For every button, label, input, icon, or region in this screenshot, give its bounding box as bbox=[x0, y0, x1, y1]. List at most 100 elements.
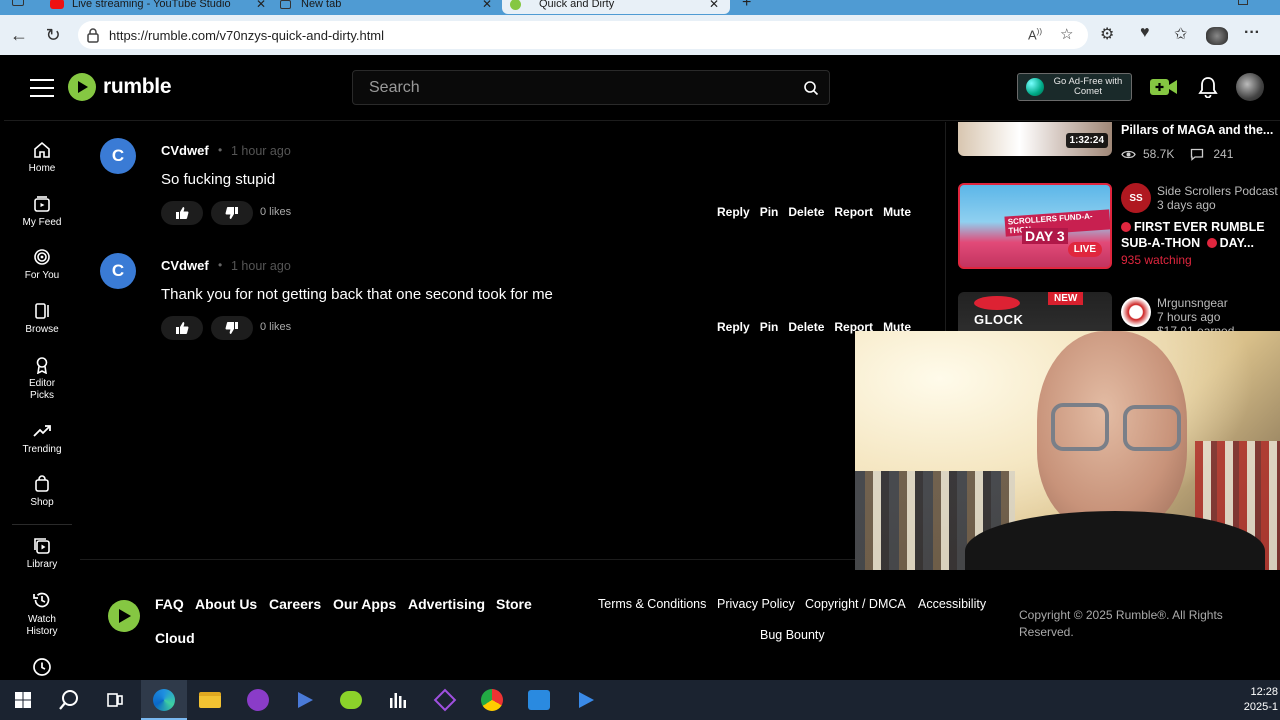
read-aloud-icon[interactable]: A)) bbox=[1028, 27, 1042, 42]
favorites-icon[interactable]: ✩ bbox=[1174, 24, 1187, 44]
address-bar[interactable]: https://rumble.com/v70nzys-quick-and-dir… bbox=[78, 21, 1088, 49]
commenter-avatar[interactable]: C bbox=[100, 253, 136, 289]
url-text[interactable]: https://rumble.com/v70nzys-quick-and-dir… bbox=[109, 28, 384, 43]
profile-icon[interactable] bbox=[1206, 27, 1228, 45]
refresh-icon[interactable]: ↻ bbox=[42, 24, 64, 46]
extensions-icon[interactable]: ⚙ bbox=[1100, 24, 1114, 44]
footer-link-dmca[interactable]: Copyright / DMCA bbox=[805, 597, 906, 611]
footer-link-about-us[interactable]: About Us bbox=[195, 596, 257, 612]
footer-link-faq[interactable]: FAQ bbox=[155, 596, 184, 612]
footer-link-store[interactable]: Store bbox=[496, 596, 532, 612]
nav-for-you[interactable]: For You bbox=[4, 248, 80, 282]
award-icon bbox=[36, 357, 48, 374]
delete-button[interactable]: Delete bbox=[788, 320, 824, 334]
comment-username[interactable]: CVdwef bbox=[161, 258, 209, 273]
favorite-star-icon[interactable]: ☆ bbox=[1060, 25, 1073, 43]
nav-watch-history[interactable]: Watch History bbox=[4, 590, 80, 638]
go-ad-free-button[interactable]: Go Ad-Free with Comet bbox=[1017, 73, 1132, 101]
footer-link-advertising[interactable]: Advertising bbox=[408, 596, 485, 612]
nav-browse[interactable]: Browse bbox=[4, 302, 80, 336]
comment-actions: Reply Pin Delete Report Mute bbox=[717, 205, 921, 219]
footer-link-careers[interactable]: Careers bbox=[269, 596, 321, 612]
mute-button[interactable]: Mute bbox=[883, 205, 911, 219]
nav-home[interactable]: Home bbox=[4, 141, 80, 175]
video-editor-icon[interactable] bbox=[526, 688, 552, 712]
channel-avatar[interactable] bbox=[1121, 297, 1151, 327]
search-icon[interactable] bbox=[803, 80, 819, 96]
nav-my-feed[interactable]: My Feed bbox=[4, 195, 80, 229]
nav-label: Library bbox=[26, 559, 58, 570]
nav-trending[interactable]: Trending bbox=[4, 422, 80, 456]
reply-button[interactable]: Reply bbox=[717, 320, 750, 334]
footer-link-our-apps[interactable]: Our Apps bbox=[333, 596, 396, 612]
tab-quick-and-dirty[interactable]: Quick and Dirty ✕ bbox=[502, 0, 730, 14]
new-badge: NEW bbox=[1048, 292, 1084, 305]
footer-rumble-logo-icon[interactable] bbox=[107, 599, 141, 633]
chrome-icon[interactable] bbox=[479, 688, 505, 712]
browser-essentials-icon[interactable]: ♥ bbox=[1140, 24, 1150, 42]
windows-start-icon[interactable] bbox=[10, 688, 36, 712]
close-icon[interactable]: ✕ bbox=[256, 0, 266, 11]
notifications-bell-icon[interactable] bbox=[1198, 76, 1218, 98]
new-tab-icon[interactable]: + bbox=[742, 0, 751, 12]
task-view-icon[interactable] bbox=[102, 688, 128, 712]
nav-shop[interactable]: Shop bbox=[4, 475, 80, 509]
hamburger-menu-icon[interactable] bbox=[30, 79, 54, 97]
webcam-overlay bbox=[855, 331, 1280, 570]
window-icon[interactable] bbox=[12, 0, 24, 6]
nav-watch-later[interactable] bbox=[4, 657, 80, 680]
cloud-app-icon[interactable] bbox=[338, 688, 364, 712]
tab-title: Quick and Dirty bbox=[539, 0, 615, 10]
comment-time: 1 hour ago bbox=[231, 259, 291, 273]
video-thumbnail[interactable]: 1:32:24 bbox=[958, 122, 1112, 156]
search-input[interactable] bbox=[353, 71, 783, 104]
user-avatar[interactable] bbox=[1236, 73, 1264, 101]
video-thumbnail[interactable]: SCROLLERS FUND-A-THON DAY 3 LIVE bbox=[958, 183, 1112, 269]
like-button[interactable] bbox=[161, 201, 203, 225]
upload-video-icon[interactable] bbox=[1150, 77, 1178, 97]
channel-name[interactable]: Mrgunsngear bbox=[1157, 296, 1228, 310]
nav-library[interactable]: Library bbox=[4, 537, 80, 571]
purple-app-icon[interactable] bbox=[432, 688, 458, 712]
reply-button[interactable]: Reply bbox=[717, 205, 750, 219]
footer-link-terms[interactable]: Terms & Conditions bbox=[598, 597, 706, 611]
edge-taskbar-button[interactable] bbox=[141, 680, 187, 720]
tab-new-tab[interactable]: New tab ✕ bbox=[276, 0, 498, 14]
channel-avatar[interactable]: SS bbox=[1121, 183, 1151, 213]
close-icon[interactable]: ✕ bbox=[482, 0, 492, 11]
pin-button[interactable]: Pin bbox=[760, 320, 779, 334]
footer-link-accessibility[interactable]: Accessibility bbox=[918, 597, 986, 611]
audio-app-icon[interactable] bbox=[385, 688, 411, 712]
nav-editor-picks[interactable]: Editor Picks bbox=[4, 356, 80, 402]
rumble-tab-icon bbox=[510, 0, 521, 10]
video-duration-badge: 1:32:24 bbox=[1065, 133, 1108, 148]
restore-window-icon[interactable] bbox=[1238, 0, 1248, 5]
more-menu-icon[interactable]: ··· bbox=[1244, 24, 1260, 42]
messenger-icon[interactable] bbox=[245, 688, 271, 712]
search-icon[interactable] bbox=[56, 688, 82, 712]
commenter-avatar[interactable]: C bbox=[100, 138, 136, 174]
tab-youtube-studio[interactable]: Live streaming - YouTube Studio ✕ bbox=[44, 0, 269, 14]
dislike-button[interactable] bbox=[211, 316, 253, 340]
channel-name[interactable]: Side Scrollers Podcast bbox=[1157, 184, 1278, 198]
video-title-block[interactable]: FIRST EVER RUMBLE SUB-A-THON DAY... bbox=[1121, 219, 1280, 251]
back-arrow-icon[interactable]: ← bbox=[8, 24, 30, 46]
comment-username[interactable]: CVdwef bbox=[161, 143, 209, 158]
close-icon[interactable]: ✕ bbox=[709, 0, 719, 11]
left-nav: Home My Feed For You Browse Editor Picks… bbox=[4, 121, 80, 680]
video-title[interactable]: Pillars of MAGA and the... bbox=[1121, 122, 1273, 138]
delete-button[interactable]: Delete bbox=[788, 205, 824, 219]
play-app-icon[interactable] bbox=[292, 688, 318, 712]
pin-button[interactable]: Pin bbox=[760, 205, 779, 219]
report-button[interactable]: Report bbox=[834, 205, 873, 219]
media-player-icon[interactable] bbox=[573, 688, 599, 712]
file-explorer-icon[interactable] bbox=[197, 688, 223, 712]
like-button[interactable] bbox=[161, 316, 203, 340]
footer-link-cloud[interactable]: Cloud bbox=[155, 630, 195, 646]
system-clock[interactable]: 12:28 2025-1 bbox=[1236, 685, 1278, 715]
dislike-button[interactable] bbox=[211, 201, 253, 225]
trending-icon bbox=[33, 425, 51, 437]
rumble-logo[interactable]: rumble bbox=[67, 72, 172, 102]
footer-link-bug-bounty[interactable]: Bug Bounty bbox=[760, 628, 825, 642]
footer-link-privacy[interactable]: Privacy Policy bbox=[717, 597, 795, 611]
